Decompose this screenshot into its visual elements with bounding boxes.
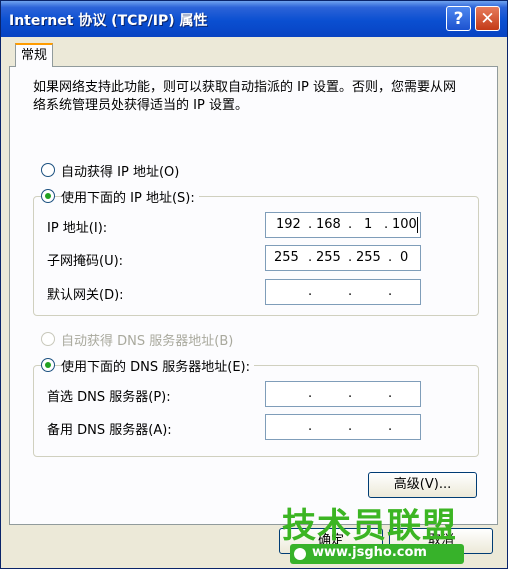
tcpip-properties-dialog: Internet 协议 (TCP/IP) 属性 ? ✕ 常规 如果网络支持此功能… xyxy=(0,0,508,569)
title-bar[interactable]: Internet 协议 (TCP/IP) 属性 ? ✕ xyxy=(1,1,507,37)
radio-manual-ip-label[interactable]: 使用下面的 IP 地址(S): xyxy=(61,187,199,206)
mask-octet-2: 255 xyxy=(316,250,341,265)
dns-settings-group xyxy=(33,365,479,457)
ip-octet-3: 1 xyxy=(364,217,373,232)
default-gateway-label: 默认网关(D): xyxy=(47,288,124,303)
alternate-dns-label: 备用 DNS 服务器(A): xyxy=(47,423,172,438)
window-title: Internet 协议 (TCP/IP) 属性 xyxy=(9,13,208,29)
watermark-brand: 技术员联盟 xyxy=(282,506,457,546)
preferred-dns-input[interactable]: . . . xyxy=(265,381,421,407)
preferred-dns-label: 首选 DNS 服务器(P): xyxy=(47,390,171,405)
mask-octet-3: 255 xyxy=(356,250,381,265)
ip-address-label: IP 地址(I): xyxy=(47,221,108,236)
alternate-dns-input[interactable]: . . . xyxy=(265,414,421,440)
help-button[interactable]: ? xyxy=(446,6,471,31)
radio-auto-ip-label[interactable]: 自动获得 IP 地址(O) xyxy=(61,161,179,180)
radio-auto-dns-label: 自动获得 DNS 服务器地址(B) xyxy=(61,334,234,349)
watermark-url: www.jsgho.com xyxy=(312,545,427,560)
watermark-logo-icon xyxy=(294,548,306,560)
ip-octet-2: 168 xyxy=(316,217,341,232)
close-button[interactable]: ✕ xyxy=(475,6,500,31)
advanced-button[interactable]: 高级(V)... xyxy=(368,472,477,498)
ip-octet-1: 192 xyxy=(276,217,301,232)
tab-general[interactable]: 常规 xyxy=(15,43,53,67)
ip-address-input[interactable]: 192 . 168 . 1 . 100 xyxy=(265,212,421,238)
radio-manual-ip[interactable] xyxy=(41,189,55,203)
radio-manual-dns[interactable] xyxy=(41,358,55,372)
text-caret xyxy=(417,217,418,233)
description-text: 如果网络支持此功能，则可以获取自动指派的 IP 设置。否则，您需要从网络系统管理… xyxy=(33,80,456,113)
default-gateway-input[interactable]: . . . xyxy=(265,279,421,305)
mask-octet-1: 255 xyxy=(274,250,299,265)
ip-octet-4: 100 xyxy=(392,217,417,232)
subnet-mask-input[interactable]: 255 . 255 . 255 . 0 xyxy=(265,245,421,271)
subnet-mask-label: 子网掩码(U): xyxy=(47,254,124,269)
mask-octet-4: 0 xyxy=(400,250,409,265)
radio-auto-dns xyxy=(41,332,55,346)
radio-manual-dns-label[interactable]: 使用下面的 DNS 服务器地址(E): xyxy=(61,356,254,375)
radio-auto-ip[interactable] xyxy=(41,163,55,177)
